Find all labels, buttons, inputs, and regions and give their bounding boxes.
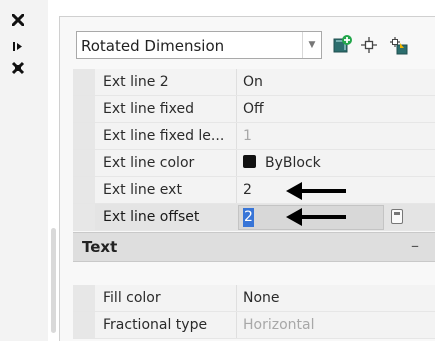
property-row-ext-line-fixed[interactable]: Ext line fixed Off — [73, 96, 435, 123]
color-name: ByBlock — [265, 155, 321, 171]
property-row-ext-line-ext[interactable]: Ext line ext 2 — [73, 177, 435, 204]
quick-select-icon[interactable] — [387, 34, 409, 56]
close-icon[interactable] — [10, 12, 26, 28]
scrollbar-thumb[interactable] — [51, 228, 56, 333]
collapse-icon[interactable]: – — [411, 236, 419, 255]
palette-toolstrip — [0, 0, 48, 341]
property-name: Fill color — [103, 290, 161, 306]
toggle-pickadd-icon[interactable] — [332, 34, 354, 56]
property-row-ext-line-color[interactable]: Ext line color ByBlock — [73, 150, 435, 177]
property-value[interactable]: 2 — [243, 182, 252, 198]
property-value: 1 — [243, 128, 252, 144]
property-name: Ext line color — [103, 155, 195, 171]
settings-icon[interactable] — [10, 60, 26, 76]
property-name: Ext line fixed le... — [103, 128, 225, 144]
property-name: Ext line offset — [103, 209, 200, 225]
calculator-icon[interactable] — [391, 209, 403, 224]
selected-input-text: 2 — [243, 208, 254, 227]
property-value[interactable]: None — [243, 290, 280, 306]
annotation-arrow — [286, 208, 346, 226]
property-row-ext-line-2[interactable]: Ext line 2 On — [73, 69, 435, 96]
object-type-dropdown[interactable]: Rotated Dimension ▼ — [76, 31, 322, 59]
chevron-down-icon[interactable]: ▼ — [302, 32, 321, 58]
object-type-value: Rotated Dimension — [81, 37, 225, 55]
property-row-ext-line-fixed-length[interactable]: Ext line fixed le... 1 — [73, 123, 435, 150]
select-objects-icon[interactable] — [358, 34, 380, 56]
properties-palette: Rotated Dimension ▼ Ext line 2 On Ext li… — [0, 0, 435, 341]
scrollbar[interactable] — [50, 228, 58, 341]
section-header-text[interactable]: Text – — [73, 232, 435, 262]
section-title: Text — [82, 238, 118, 256]
auto-hide-icon[interactable] — [10, 38, 26, 54]
property-name: Ext line fixed — [103, 101, 194, 117]
property-value[interactable]: Off — [243, 101, 264, 117]
property-row-fractional-type[interactable]: Fractional type Horizontal — [73, 312, 435, 339]
property-name: Ext line ext — [103, 182, 182, 198]
property-value-color[interactable]: ByBlock — [243, 155, 321, 171]
property-name: Fractional type — [103, 317, 208, 333]
property-row-ext-line-offset[interactable]: Ext line offset 2 — [73, 204, 435, 231]
color-swatch — [243, 155, 256, 168]
property-value[interactable]: On — [243, 74, 263, 90]
property-value: Horizontal — [243, 317, 315, 333]
annotation-arrow — [286, 182, 346, 200]
property-name: Ext line 2 — [103, 74, 169, 90]
property-row-fill-color[interactable]: Fill color None — [73, 285, 435, 312]
